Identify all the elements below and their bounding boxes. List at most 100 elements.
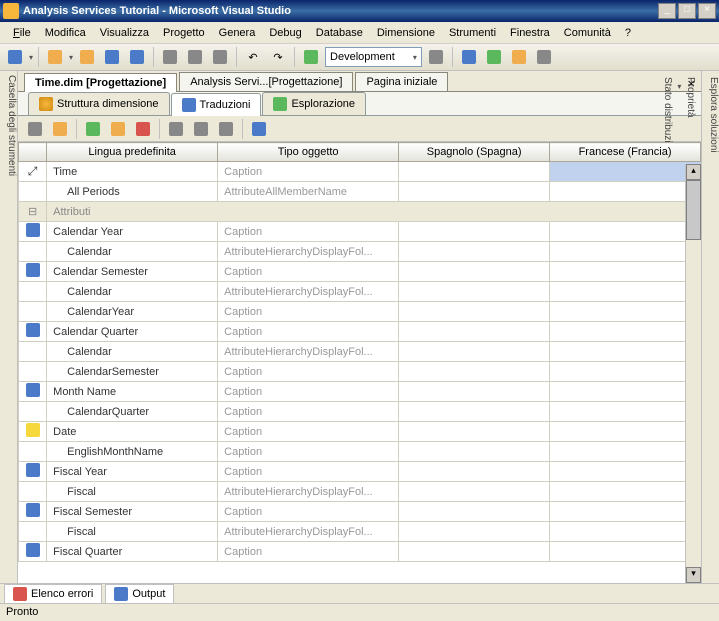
undo-button[interactable]: ↶ [242, 46, 264, 68]
paste-button[interactable] [209, 46, 231, 68]
cell-spanish[interactable] [399, 442, 550, 462]
tab-analysis-services[interactable]: Analysis Servi...[Progettazione] [179, 72, 353, 91]
cell-spanish[interactable] [399, 322, 550, 342]
dim-tool-8[interactable] [215, 118, 237, 140]
cell-spanish[interactable] [399, 422, 550, 442]
cell-french[interactable] [550, 542, 701, 562]
table-row[interactable]: ⊟Attributi [19, 202, 701, 222]
error-list-tab[interactable]: Elenco errori [4, 584, 102, 604]
menu-project[interactable]: Progetto [156, 24, 212, 42]
col-header-language[interactable]: Lingua predefinita [47, 143, 218, 162]
table-row[interactable]: CalendarAttributeHierarchyDisplayFol... [19, 342, 701, 362]
cell-french[interactable] [550, 242, 701, 262]
cell-spanish[interactable] [399, 522, 550, 542]
cell-name[interactable]: Time [47, 162, 218, 182]
table-row[interactable]: DateCaption [19, 422, 701, 442]
cell-name[interactable]: Calendar Year [47, 222, 218, 242]
tab-time-dim[interactable]: Time.dim [Progettazione] [24, 73, 177, 92]
copy-button[interactable] [184, 46, 206, 68]
cell-name[interactable]: Calendar [47, 342, 218, 362]
dim-tool-6[interactable] [165, 118, 187, 140]
menu-debug[interactable]: Debug [262, 24, 308, 42]
new-project-button[interactable] [4, 46, 26, 68]
cell-french[interactable] [550, 502, 701, 522]
dim-tool-4[interactable] [107, 118, 129, 140]
menu-build[interactable]: Genera [212, 24, 263, 42]
tab-structure[interactable]: Struttura dimensione [28, 92, 170, 115]
redo-button[interactable]: ↷ [267, 46, 289, 68]
cell-french[interactable] [550, 222, 701, 242]
table-row[interactable]: CalendarYearCaption [19, 302, 701, 322]
cell-spanish[interactable] [399, 542, 550, 562]
table-row[interactable]: CalendarAttributeHierarchyDisplayFol... [19, 282, 701, 302]
solution-explorer-tab[interactable]: Esplora soluzioni [708, 77, 719, 583]
cell-name[interactable]: Fiscal [47, 482, 218, 502]
tab-browser[interactable]: Esplorazione [262, 92, 366, 115]
cell-spanish[interactable] [399, 262, 550, 282]
cell-spanish[interactable] [399, 482, 550, 502]
cell-name[interactable]: CalendarQuarter [47, 402, 218, 422]
dim-tool-3[interactable] [82, 118, 104, 140]
menu-database[interactable]: Database [309, 24, 370, 42]
cell-spanish[interactable] [399, 342, 550, 362]
tab-start-page[interactable]: Pagina iniziale [355, 72, 448, 91]
output-tab[interactable]: Output [105, 584, 174, 604]
col-header-type[interactable]: Tipo oggetto [218, 143, 399, 162]
tool-e-button[interactable] [533, 46, 555, 68]
table-row[interactable]: Fiscal QuarterCaption [19, 542, 701, 562]
cell-name[interactable]: Calendar Quarter [47, 322, 218, 342]
scroll-down-icon[interactable]: ▾ [686, 567, 701, 583]
table-row[interactable]: Fiscal YearCaption [19, 462, 701, 482]
tool-b-button[interactable] [458, 46, 480, 68]
table-row[interactable]: Month NameCaption [19, 382, 701, 402]
cell-spanish[interactable] [399, 462, 550, 482]
dim-tool-7[interactable] [190, 118, 212, 140]
toolbox-rail[interactable]: Casella degli strumenti [0, 71, 18, 583]
table-row[interactable]: CalendarQuarterCaption [19, 402, 701, 422]
minimize-button[interactable]: _ [658, 3, 676, 19]
add-item-button[interactable] [44, 46, 66, 68]
cell-name[interactable]: Fiscal Year [47, 462, 218, 482]
cell-name[interactable]: Calendar [47, 282, 218, 302]
cell-french[interactable] [550, 182, 701, 202]
menu-dimension[interactable]: Dimensione [370, 24, 442, 42]
cell-name[interactable]: EnglishMonthName [47, 442, 218, 462]
tool-d-button[interactable] [508, 46, 530, 68]
col-header-spanish[interactable]: Spagnolo (Spagna) [399, 143, 550, 162]
table-row[interactable]: Calendar SemesterCaption [19, 262, 701, 282]
save-button[interactable] [101, 46, 123, 68]
cell-french[interactable] [550, 162, 701, 182]
tool-c-button[interactable] [483, 46, 505, 68]
scroll-thumb[interactable] [686, 180, 701, 240]
cell-name[interactable]: Fiscal [47, 522, 218, 542]
tool-a-button[interactable] [425, 46, 447, 68]
vertical-scrollbar[interactable]: ▴ ▾ [685, 164, 701, 583]
close-button[interactable]: × [698, 3, 716, 19]
table-row[interactable]: All PeriodsAttributeAllMemberName [19, 182, 701, 202]
cell-spanish[interactable] [399, 362, 550, 382]
cell-name[interactable]: Date [47, 422, 218, 442]
cell-french[interactable] [550, 422, 701, 442]
menu-help[interactable]: ? [618, 24, 638, 42]
cell-french[interactable] [550, 302, 701, 322]
menu-view[interactable]: Visualizza [93, 24, 156, 42]
cell-name[interactable]: Month Name [47, 382, 218, 402]
table-row[interactable]: ⤢TimeCaption [19, 162, 701, 182]
cell-french[interactable] [550, 462, 701, 482]
cell-name[interactable]: All Periods [47, 182, 218, 202]
cell-spanish[interactable] [399, 302, 550, 322]
config-dropdown[interactable]: Development▾ [325, 47, 422, 67]
start-button[interactable] [300, 46, 322, 68]
cell-french[interactable] [550, 482, 701, 502]
cell-spanish[interactable] [399, 402, 550, 422]
cell-french[interactable] [550, 322, 701, 342]
cell-spanish[interactable] [399, 502, 550, 522]
cell-name[interactable]: CalendarSemester [47, 362, 218, 382]
cell-spanish[interactable] [399, 222, 550, 242]
col-header-french[interactable]: Francese (Francia) [550, 143, 701, 162]
table-row[interactable]: Fiscal SemesterCaption [19, 502, 701, 522]
menu-window[interactable]: Finestra [503, 24, 557, 42]
menu-community[interactable]: Comunità [557, 24, 618, 42]
cell-spanish[interactable] [399, 382, 550, 402]
cell-name[interactable]: CalendarYear [47, 302, 218, 322]
